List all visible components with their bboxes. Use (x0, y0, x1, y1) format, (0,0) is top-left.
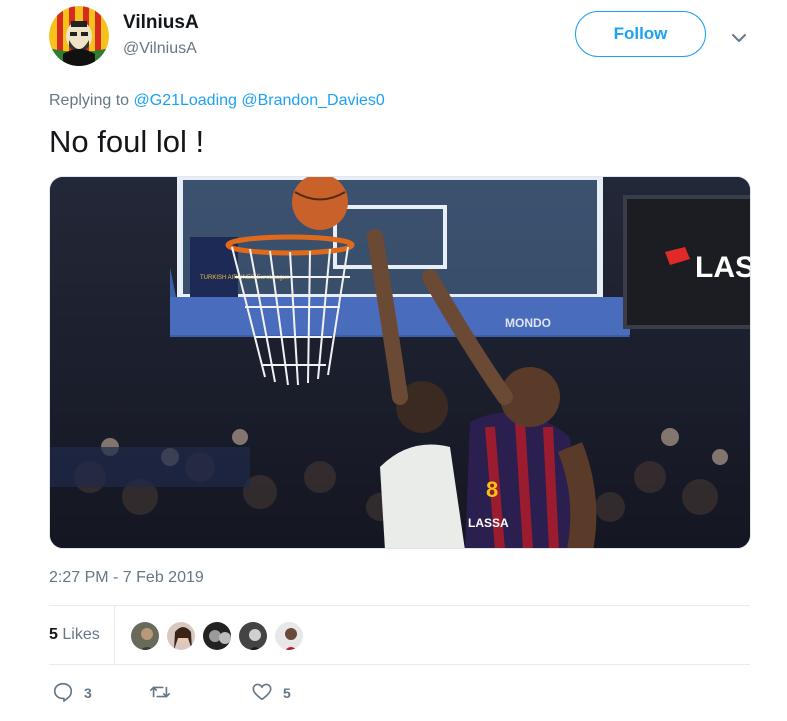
author-avatar[interactable] (49, 6, 109, 66)
retweet-icon (149, 681, 171, 706)
author-handle[interactable]: @VilniusA (123, 40, 197, 58)
chevron-down-icon[interactable] (729, 28, 749, 48)
liker-avatar[interactable] (201, 620, 233, 652)
replying-prefix: Replying to (49, 92, 130, 109)
reply-count: 3 (84, 685, 92, 701)
basketball-dunk-image: MONDO TURKISH AIRLINES EuroLeague LAS 8 … (50, 177, 751, 548)
mention-link[interactable]: @G21Loading (134, 92, 237, 109)
tweet-media[interactable]: MONDO TURKISH AIRLINES EuroLeague LAS 8 … (49, 176, 751, 549)
liker-avatar[interactable] (273, 620, 305, 652)
mention-link[interactable]: @Brandon_Davies0 (241, 92, 384, 109)
like-button[interactable]: 5 (251, 680, 291, 706)
like-count: 5 (283, 685, 291, 701)
likes-label: Likes (62, 626, 100, 643)
banner-label: LAS (695, 251, 751, 284)
bearded-man-avatar-icon (49, 6, 109, 66)
jersey-number: 8 (486, 477, 498, 502)
liker-avatar[interactable] (129, 620, 161, 652)
tweet-timestamp[interactable]: 2:27 PM - 7 Feb 2019 (49, 569, 204, 587)
heart-icon (251, 681, 273, 706)
liker-avatar[interactable] (237, 620, 269, 652)
author-display-name[interactable]: VilniusA (123, 12, 199, 34)
reply-button[interactable]: 3 (52, 680, 92, 706)
liker-avatar[interactable] (165, 620, 197, 652)
reply-icon (52, 681, 74, 706)
court-brand-label: MONDO (505, 316, 551, 330)
tweet-text: No foul lol ! (49, 124, 205, 159)
retweet-button[interactable] (149, 680, 181, 706)
divider (114, 606, 115, 664)
jersey-sponsor: LASSA (468, 516, 509, 530)
divider (49, 664, 750, 665)
replying-to: Replying to @G21Loading @Brandon_Davies0 (49, 92, 385, 110)
follow-button[interactable]: Follow (575, 11, 706, 57)
likes-count[interactable]: 5 Likes (49, 626, 100, 644)
likes-number: 5 (49, 626, 58, 643)
divider (49, 605, 750, 606)
